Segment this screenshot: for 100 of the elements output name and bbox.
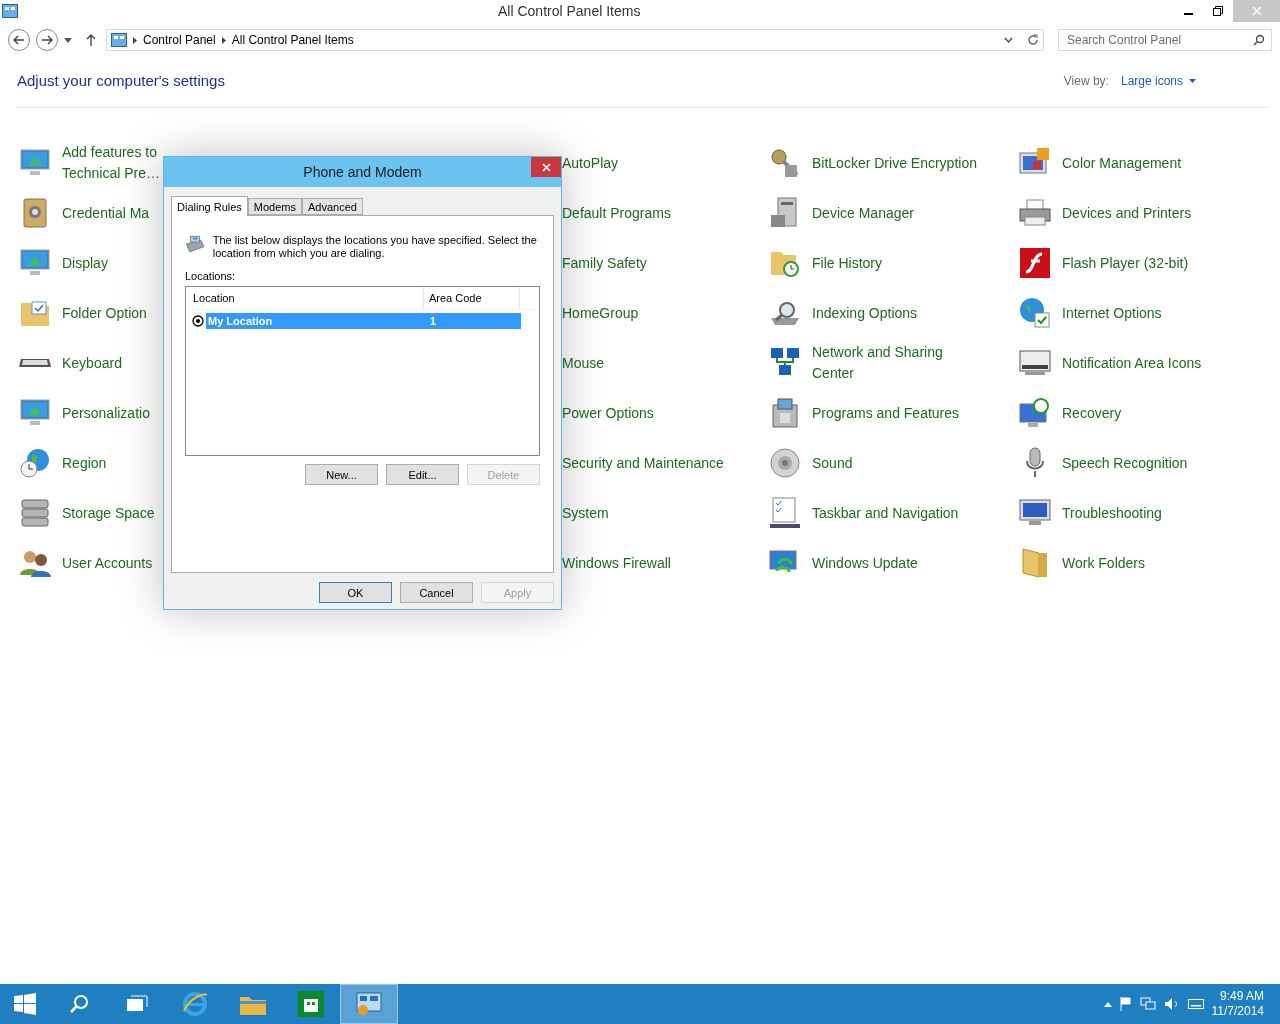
browser-icon [182,991,208,1017]
minimize-icon [1183,13,1193,15]
folder-icon [1021,547,1049,579]
control-panel-link[interactable]: Device Manager [812,202,914,224]
monitor-icon [1019,499,1051,527]
control-panel-link[interactable]: Recovery [1062,402,1122,424]
flash-icon [1020,248,1050,278]
control-panel-link[interactable]: BitLocker Drive Encryption [812,152,977,174]
control-panel-link[interactable]: Windows Firewall [562,552,671,574]
control-panel-link[interactable]: Personalizatio [62,402,150,424]
search-icon [1253,34,1265,46]
chevron-down-icon[interactable] [1004,37,1013,43]
control-panel-link[interactable]: Work Folders [1062,552,1145,574]
control-panel-link[interactable]: Credential Ma [62,202,150,224]
control-panel-link[interactable]: Network and Sharing Center [812,342,943,384]
control-panel-link[interactable]: File History [812,252,882,274]
column-header[interactable]: Area Code [424,287,520,309]
back-button[interactable] [8,29,30,51]
locations-list[interactable]: Location Area Code My Location 1 [185,286,540,456]
tab[interactable]: Modems [247,198,302,215]
close-icon [541,162,551,172]
microphone-icon [1025,447,1045,479]
control-panel-link[interactable]: System [562,502,609,524]
control-panel-link[interactable]: Add features to Technical Pre… [62,142,161,184]
windows-logo-icon [14,993,36,1015]
view-by-label: View by: [1063,73,1109,88]
clock[interactable]: 9:49 AM 11/7/2014 [1211,989,1264,1019]
shopping-bag-icon [298,991,324,1017]
forward-button[interactable] [36,29,58,51]
flag-icon[interactable] [1119,997,1132,1011]
control-panel-link[interactable]: HomeGroup [562,302,639,324]
safe-icon [23,198,47,228]
control-panel-link[interactable]: Troubleshooting [1062,502,1162,524]
breadcrumb[interactable]: Control Panel [143,33,216,47]
list-button[interactable]: New... [305,464,378,485]
control-panel-link[interactable]: Speech Recognition [1062,452,1188,474]
control-panel-link[interactable]: Folder Option [62,302,147,324]
control-panel-link[interactable]: Region [62,452,107,474]
control-panel-link[interactable]: Display [62,252,108,274]
control-panel-link[interactable]: Color Management [1062,152,1182,174]
control-panel-link[interactable]: Keyboard [62,352,122,374]
control-panel-link[interactable]: Family Safety [562,252,647,274]
view-by-dropdown[interactable]: Large icons [1120,73,1196,88]
dialog-title: Phone and Modem [303,164,422,180]
control-panel-link[interactable]: Taskbar and Navigation [812,502,959,524]
control-panel-link[interactable]: Security and Maintenance [562,452,724,474]
breadcrumb[interactable]: All Control Panel Items [231,33,354,47]
area-code: 1 [429,313,438,329]
taskbar-button[interactable] [340,984,398,1024]
window-title: All Control Panel Items [498,3,641,19]
control-panel-link[interactable]: Indexing Options [812,302,918,324]
control-panel-link[interactable]: Notification Area Icons [1062,352,1202,374]
control-panel-link[interactable]: Storage Space [62,502,155,524]
network-icon[interactable] [1139,997,1156,1011]
globe-check-icon [1019,297,1051,329]
control-panel-link[interactable]: AutoPlay [562,152,619,174]
location-name: My Location [207,313,274,329]
control-panel-link[interactable]: Windows Update [812,552,918,574]
control-panel-link[interactable]: Power Options [562,402,654,424]
close-button[interactable] [531,157,561,177]
globe-clock-icon [20,448,50,478]
page-heading: Adjust your computer's settings [17,72,226,89]
control-panel-link[interactable]: Sound [812,452,853,474]
magnifier-icon [769,300,801,326]
description-text: The list below displays the locations you have specified. Select the location from which you are dialing. [212,233,538,260]
disk-stack-icon [20,498,50,528]
speaker-icon [769,447,801,479]
control-panel-link[interactable]: Default Programs [562,202,671,224]
chevron-icon [221,36,226,44]
task-view-icon [126,995,148,1013]
dialog-button[interactable]: Cancel [400,582,473,603]
control-panel-link[interactable]: Flash Player (32-bit) [1062,252,1189,274]
column-header[interactable]: Location [188,287,424,309]
control-panel-link[interactable]: Programs and Features [812,402,960,424]
chevron-icon [133,36,137,44]
list-button[interactable]: Edit... [386,464,459,485]
search-field[interactable]: Search Control Panel [1058,29,1272,51]
tab[interactable]: Advanced [302,198,363,215]
caret-icon [64,37,72,43]
back-arrow-icon [13,35,25,45]
recovery-monitor-icon [1019,398,1051,428]
control-panel-link[interactable]: Devices and Printers [1062,202,1192,224]
refresh-icon[interactable] [1027,34,1039,46]
control-panel-link[interactable]: Mouse [562,352,605,374]
address-bar[interactable]: Control Panel All Control Panel Items [106,29,1044,51]
monitor-icon [20,399,50,427]
monitor-icon [20,249,50,277]
up-button[interactable] [86,34,96,46]
monitor-icon [20,149,50,177]
dialog-button[interactable]: OK [319,582,392,603]
program-box-icon [770,397,800,429]
control-panel-link[interactable]: User Accounts [62,552,153,574]
control-panel-link[interactable]: Internet Options [1062,302,1162,324]
up-arrow-icon [86,34,96,46]
chevron-up-icon[interactable] [1103,1001,1112,1007]
speaker-icon[interactable] [1163,997,1180,1011]
printer-icon [1019,199,1051,227]
tab[interactable]: Dialing Rules [171,196,248,216]
recent-locations-button[interactable] [64,37,72,43]
keyboard-icon[interactable] [1187,999,1204,1009]
